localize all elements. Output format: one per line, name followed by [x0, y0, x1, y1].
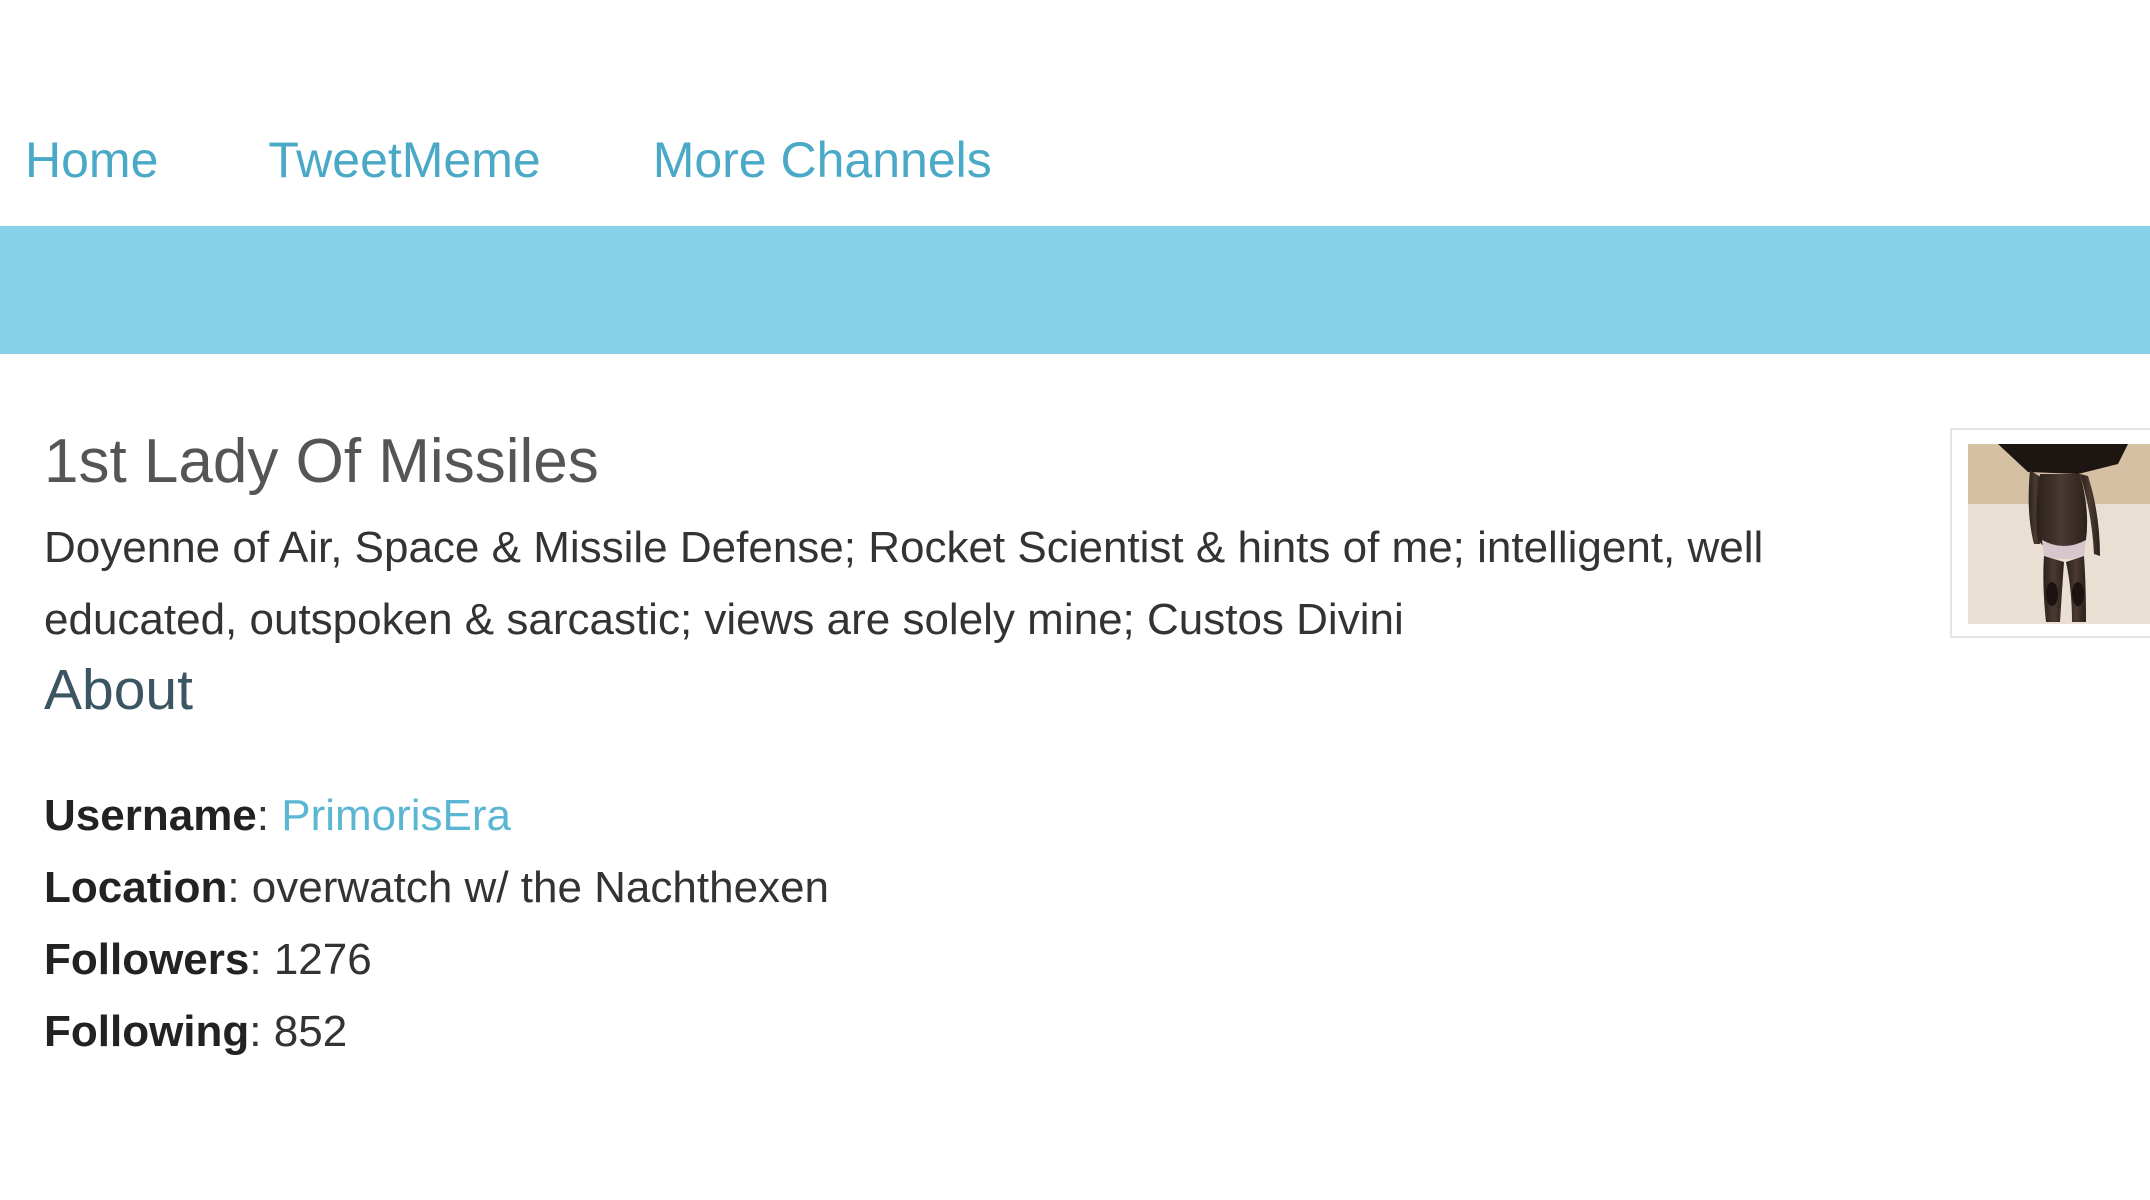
nav-tweetmeme-link[interactable]: TweetMeme [268, 128, 540, 192]
following-colon: : [249, 1007, 274, 1056]
username-label: Username [44, 791, 257, 840]
nav-home-link[interactable]: Home [25, 128, 158, 192]
profile-section: 1st Lady Of Missiles Doyenne of Air, Spa… [44, 420, 1944, 1068]
nav-more-channels-link[interactable]: More Channels [653, 128, 992, 192]
page: Home TweetMeme More Channels 1st Lady Of… [0, 0, 2150, 1200]
location-colon: : [227, 863, 252, 912]
following-row: Following: 852 [44, 996, 1944, 1068]
about-heading: About [44, 658, 193, 722]
following-count: 852 [273, 1007, 348, 1056]
header-banner [0, 226, 2150, 354]
username-row: Username: PrimorisEra [44, 780, 1944, 852]
followers-count: 1276 [273, 935, 372, 984]
followers-row: Followers: 1276 [44, 924, 1944, 996]
username-link[interactable]: PrimorisEra [281, 791, 511, 840]
location-value: overwatch w/ the Nachthexen [251, 863, 829, 912]
profile-bio: Doyenne of Air, Space & Missile Defense;… [44, 523, 1764, 644]
profile-name: 1st Lady Of Missiles [44, 427, 599, 496]
following-label: Following [44, 1007, 250, 1056]
top-nav: Home TweetMeme More Channels [0, 128, 992, 192]
profile-photo-figure [1968, 444, 2150, 624]
followers-label: Followers [44, 935, 250, 984]
username-colon: : [256, 791, 282, 840]
profile-details: Username: PrimorisEra Location: overwatc… [44, 780, 1944, 1068]
location-row: Location: overwatch w/ the Nachthexen [44, 852, 1944, 924]
location-label: Location [44, 863, 228, 912]
followers-colon: : [249, 935, 274, 984]
avatar[interactable] [1950, 428, 2150, 638]
profile-photo [1968, 444, 2150, 624]
